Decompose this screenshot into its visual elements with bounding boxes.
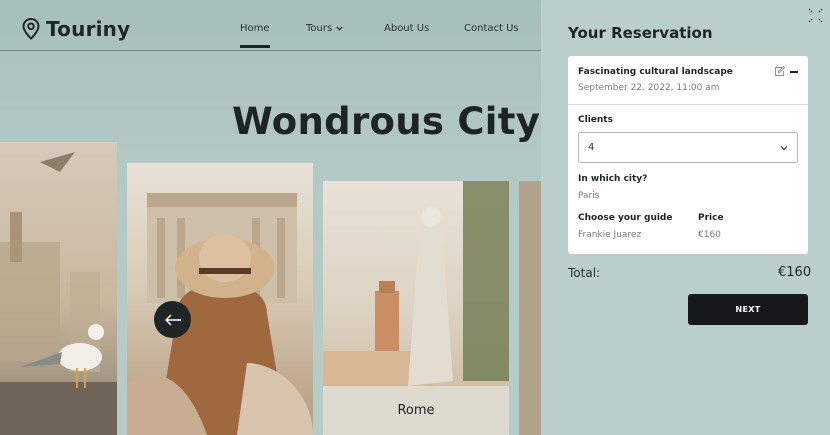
divider — [568, 104, 808, 105]
next-button[interactable]: NEXT — [688, 294, 808, 325]
city-value[interactable]: Paris — [578, 191, 599, 201]
nav-item-tours[interactable]: Tours — [306, 23, 343, 34]
nav-item-label: About Us — [384, 23, 430, 34]
clients-label: Clients — [578, 115, 613, 125]
city-label: In which city? — [578, 174, 648, 184]
price-value: €160 — [698, 230, 721, 240]
price-label: Price — [698, 213, 724, 223]
guide-label: Choose your guide — [578, 213, 673, 223]
nav-item-about[interactable]: About Us — [384, 23, 429, 34]
main-nav: Home Tours About Us Contact Us — [0, 23, 541, 51]
edit-icon[interactable] — [774, 66, 785, 77]
tour-card[interactable] — [0, 142, 117, 435]
chevron-down-icon — [780, 146, 788, 151]
close-icon[interactable] — [808, 8, 823, 23]
arrow-left-icon — [164, 314, 181, 325]
nav-item-label: Tours — [306, 23, 333, 34]
tour-card[interactable] — [127, 163, 313, 435]
tour-name: Fascinating cultural landscape — [578, 67, 733, 77]
nav-item-contact[interactable]: Contact Us — [464, 23, 519, 34]
guide-value[interactable]: Frankie Juarez — [578, 230, 641, 240]
total-label: Total: — [568, 266, 601, 280]
reservation-card: Fascinating cultural landscape September… — [568, 56, 808, 254]
tour-card-label: Rome — [323, 386, 509, 435]
panel-title: Your Reservation — [568, 24, 713, 42]
traveler-rome-image — [127, 193, 313, 435]
carousel-prev-button[interactable] — [154, 301, 191, 338]
tour-card[interactable] — [519, 181, 541, 435]
chevron-down-icon — [336, 26, 343, 31]
minus-icon[interactable] — [790, 71, 798, 73]
total-value: €160 — [778, 265, 812, 280]
seagull-image — [0, 152, 117, 435]
nav-item-label: Contact Us — [464, 23, 519, 34]
clients-value: 4 — [588, 142, 595, 153]
nav-item-label: Home — [240, 23, 270, 34]
tour-date: September 22, 2022, 11:00 am — [578, 83, 720, 93]
nav-item-home[interactable]: Home — [240, 23, 270, 48]
clients-select[interactable]: 4 — [578, 132, 798, 163]
